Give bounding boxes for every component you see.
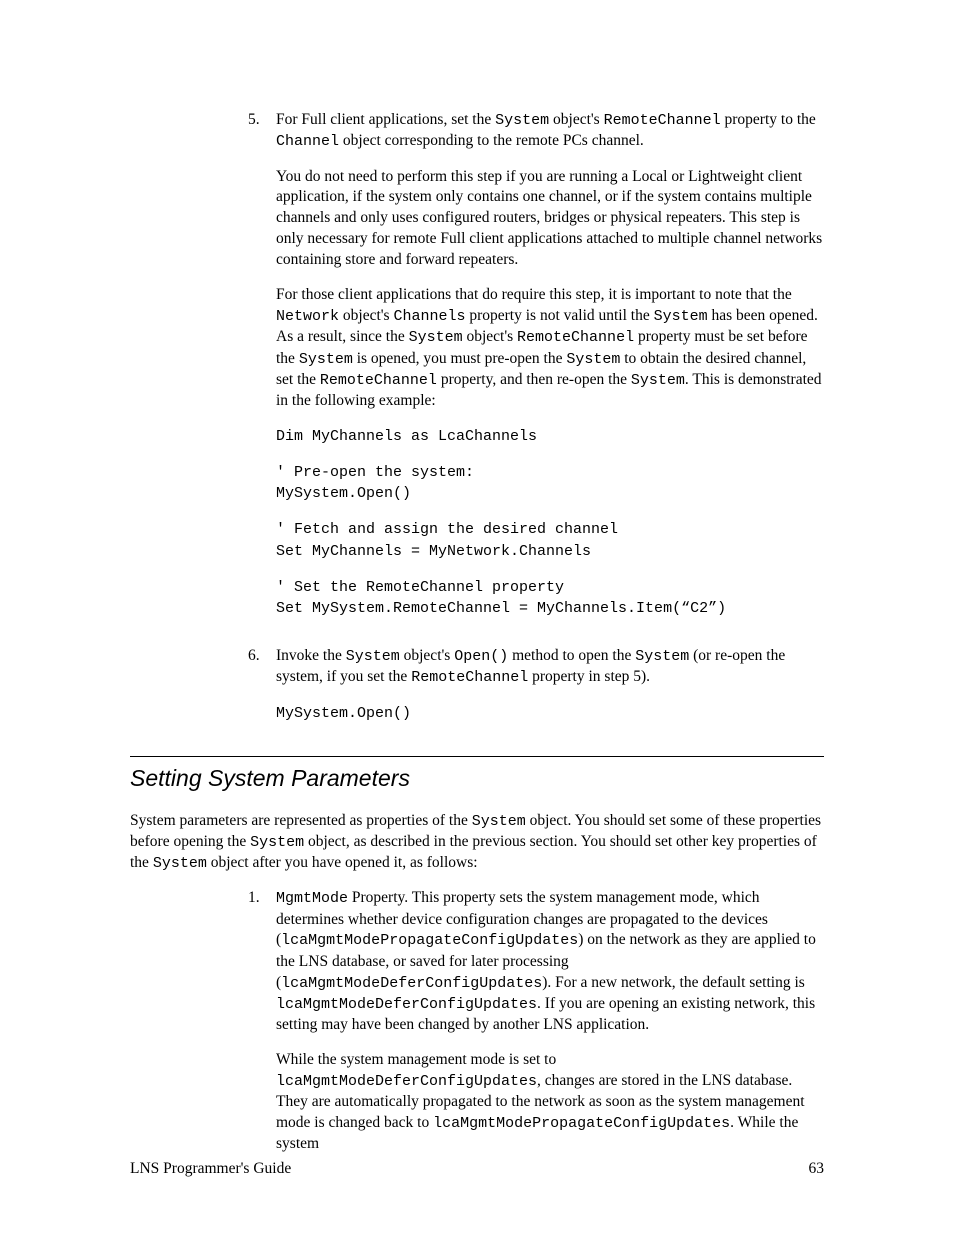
text: For those client applications that do re… bbox=[276, 286, 792, 303]
code-inline: lcaMgmtModePropagateConfigUpdates bbox=[433, 1115, 730, 1132]
paragraph: Invoke the System object's Open() method… bbox=[276, 646, 824, 689]
code-inline: Network bbox=[276, 308, 339, 325]
list-item-1: 1. MgmtMode Property. This property sets… bbox=[248, 888, 824, 1169]
code-inline: Channels bbox=[393, 308, 465, 325]
ordered-list-continuation: 5. For Full client applications, set the… bbox=[248, 110, 824, 738]
document-page: 5. For Full client applications, set the… bbox=[0, 0, 954, 1235]
code-block: ' Pre-open the system: MySystem.Open() bbox=[276, 462, 824, 506]
text: object's bbox=[339, 307, 393, 324]
text: property, and then re-open the bbox=[437, 371, 631, 388]
code-inline: System bbox=[250, 834, 304, 851]
section-heading: Setting System Parameters bbox=[130, 763, 824, 794]
text: object's bbox=[463, 328, 517, 345]
page-number: 63 bbox=[809, 1159, 825, 1180]
code-inline: System bbox=[472, 813, 526, 830]
text: property is not valid until the bbox=[465, 307, 653, 324]
code-inline: System bbox=[153, 855, 207, 872]
paragraph: System parameters are represented as pro… bbox=[130, 811, 824, 875]
text: is opened, you must pre-open the bbox=[353, 350, 567, 367]
text: object corresponding to the remote PCs c… bbox=[339, 132, 644, 149]
list-item-5: 5. For Full client applications, set the… bbox=[248, 110, 824, 634]
code-inline: Channel bbox=[276, 133, 339, 150]
text: method to open the bbox=[508, 647, 635, 664]
code-inline: System bbox=[631, 372, 685, 389]
code-inline: RemoteChannel bbox=[517, 329, 634, 346]
code-block: Dim MyChannels as LcaChannels bbox=[276, 426, 824, 448]
list-number: 6. bbox=[248, 646, 276, 738]
list-body: MgmtMode Property. This property sets th… bbox=[276, 888, 824, 1169]
code-inline: RemoteChannel bbox=[320, 372, 437, 389]
page-footer: LNS Programmer's Guide 63 bbox=[130, 1159, 824, 1180]
text: Invoke the bbox=[276, 647, 346, 664]
text: For Full client applications, set the bbox=[276, 111, 495, 128]
code-block: MySystem.Open() bbox=[276, 703, 824, 725]
code-inline: lcaMgmtModePropagateConfigUpdates bbox=[281, 932, 578, 949]
text: property to the bbox=[721, 111, 816, 128]
code-inline: Open() bbox=[454, 648, 508, 665]
paragraph: For those client applications that do re… bbox=[276, 285, 824, 412]
code-inline: System bbox=[495, 112, 549, 129]
list-number: 1. bbox=[248, 888, 276, 1169]
code-inline: MgmtMode bbox=[276, 890, 348, 907]
ordered-sublist: 1. MgmtMode Property. This property sets… bbox=[248, 888, 824, 1169]
paragraph: For Full client applications, set the Sy… bbox=[276, 110, 824, 153]
paragraph: You do not need to perform this step if … bbox=[276, 167, 824, 272]
list-body: For Full client applications, set the Sy… bbox=[276, 110, 824, 634]
code-block: ' Fetch and assign the desired channel S… bbox=[276, 519, 824, 563]
text: property in step 5). bbox=[528, 668, 650, 685]
list-number: 5. bbox=[248, 110, 276, 634]
code-inline: lcaMgmtModeDeferConfigUpdates bbox=[281, 975, 542, 992]
code-inline: System bbox=[654, 308, 708, 325]
text: object's bbox=[400, 647, 454, 664]
text: System parameters are represented as pro… bbox=[130, 812, 472, 829]
list-item-6: 6. Invoke the System object's Open() met… bbox=[248, 646, 824, 738]
code-inline: lcaMgmtModeDeferConfigUpdates bbox=[276, 996, 537, 1013]
code-inline: System bbox=[299, 351, 353, 368]
paragraph: MgmtMode Property. This property sets th… bbox=[276, 888, 824, 1036]
code-inline: RemoteChannel bbox=[411, 669, 528, 686]
code-inline: RemoteChannel bbox=[604, 112, 721, 129]
code-inline: System bbox=[635, 648, 689, 665]
text: object after you have opened it, as foll… bbox=[207, 854, 478, 871]
section-divider bbox=[130, 756, 824, 757]
text: While the system management mode is set … bbox=[276, 1051, 556, 1068]
paragraph: While the system management mode is set … bbox=[276, 1050, 824, 1155]
footer-title: LNS Programmer's Guide bbox=[130, 1159, 291, 1180]
code-block: ' Set the RemoteChannel property Set MyS… bbox=[276, 577, 824, 621]
list-body: Invoke the System object's Open() method… bbox=[276, 646, 824, 738]
text: object's bbox=[549, 111, 603, 128]
code-inline: System bbox=[346, 648, 400, 665]
text: ). For a new network, the default settin… bbox=[542, 974, 805, 991]
code-inline: lcaMgmtModeDeferConfigUpdates bbox=[276, 1073, 537, 1090]
code-inline: System bbox=[409, 329, 463, 346]
code-inline: System bbox=[566, 351, 620, 368]
